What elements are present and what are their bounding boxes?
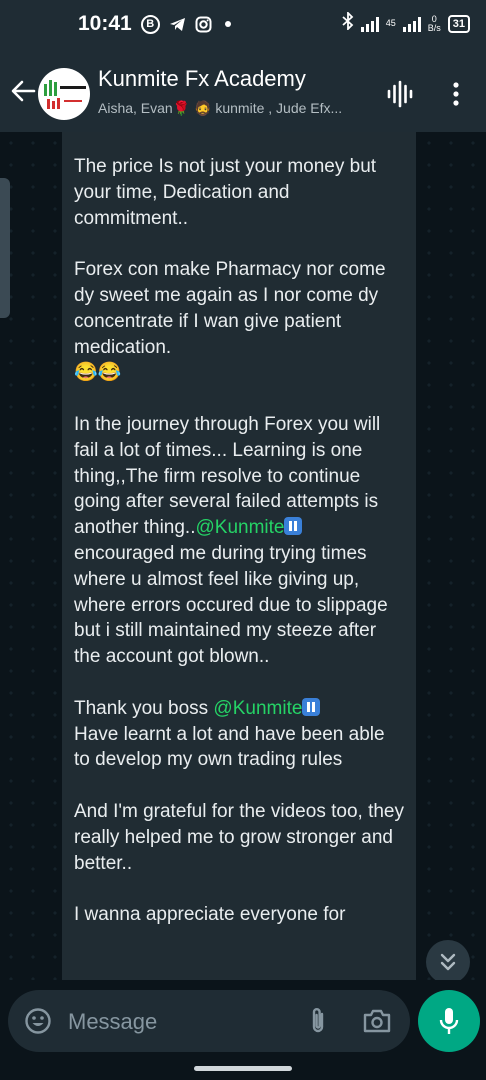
group-title[interactable]: Kunmite Fx Academy <box>98 66 306 92</box>
scroll-to-bottom-button[interactable] <box>426 940 470 984</box>
pause-icon-2 <box>302 697 321 716</box>
signal-bars-icon <box>360 16 379 32</box>
message-paragraph-2-text: Forex con make Pharmacy nor come dy swee… <box>74 259 386 358</box>
mic-icon <box>439 1008 459 1034</box>
battery-icon: 31 <box>447 14 470 33</box>
more-options-icon[interactable] <box>444 80 468 108</box>
network-type: 45 <box>386 19 396 28</box>
voice-chat-icon[interactable] <box>386 80 414 108</box>
message-paragraph-3-b: encouraged me during trying times where … <box>74 542 388 668</box>
group-participants[interactable]: Aisha, Evan🌹 🧔 kunmite , Jude Efx... <box>98 100 383 117</box>
network-speed-unit: B/s <box>427 22 441 33</box>
network-type-label: 45 <box>385 18 396 28</box>
message-paragraph-6: I wanna appreciate everyone for <box>74 904 346 926</box>
message-input[interactable] <box>66 1006 290 1038</box>
telegram-icon <box>169 16 186 33</box>
chat-header: Kunmite Fx Academy Aisha, Evan🌹 🧔 kunmit… <box>0 56 486 132</box>
side-edge-handle[interactable] <box>0 178 10 318</box>
pause-icon <box>284 517 303 536</box>
camera-icon[interactable] <box>362 1008 392 1034</box>
network-speed: 0 B/s <box>427 14 441 33</box>
message-composer[interactable] <box>8 990 410 1052</box>
message-paragraph-3: In the journey through Forex you will fa… <box>74 412 404 670</box>
message-paragraph-4-b: Have learnt a lot and have been able to … <box>74 723 385 771</box>
group-logo-icon <box>44 80 86 109</box>
message-paragraph: The price Is not just your money but you… <box>74 156 377 229</box>
voice-message-button[interactable] <box>418 990 480 1052</box>
instagram-icon <box>195 16 212 33</box>
back-arrow-icon[interactable] <box>10 78 36 104</box>
laughing-emoji: 😂😂 <box>74 362 122 384</box>
mention-kunmite-2[interactable]: @Kunmite <box>213 698 302 719</box>
status-bar: 10:41 B 45 0 B/s 31 <box>0 0 486 56</box>
mention-kunmite[interactable]: @Kunmite <box>195 517 284 538</box>
message-paragraph-4: Thank you boss @Kunmite Have learnt a lo… <box>74 696 404 773</box>
message-paragraph-2: Forex con make Pharmacy nor come dy swee… <box>74 257 404 386</box>
message-text: The price Is not just your money but you… <box>62 132 416 928</box>
scroll-down-icon <box>440 953 456 971</box>
group-avatar[interactable] <box>38 68 90 120</box>
emoji-icon[interactable] <box>24 1007 52 1035</box>
more-notifications-dot <box>224 21 231 27</box>
attach-icon[interactable] <box>306 1006 330 1036</box>
battery-level: 31 <box>452 17 465 30</box>
home-indicator[interactable] <box>194 1066 292 1071</box>
chat-area[interactable]: The price Is not just your money but you… <box>0 132 486 992</box>
message-paragraph-4-a: Thank you boss <box>74 697 214 719</box>
message-bubble[interactable]: The price Is not just your money but you… <box>62 132 416 992</box>
signal-bars-2-icon <box>402 16 421 32</box>
composer-bar <box>0 980 486 1080</box>
message-paragraph-5: And I'm grateful for the videos too, the… <box>74 800 404 874</box>
b-notification-icon: B <box>140 14 160 34</box>
status-time: 10:41 <box>78 12 132 35</box>
bluetooth-icon <box>342 10 354 35</box>
